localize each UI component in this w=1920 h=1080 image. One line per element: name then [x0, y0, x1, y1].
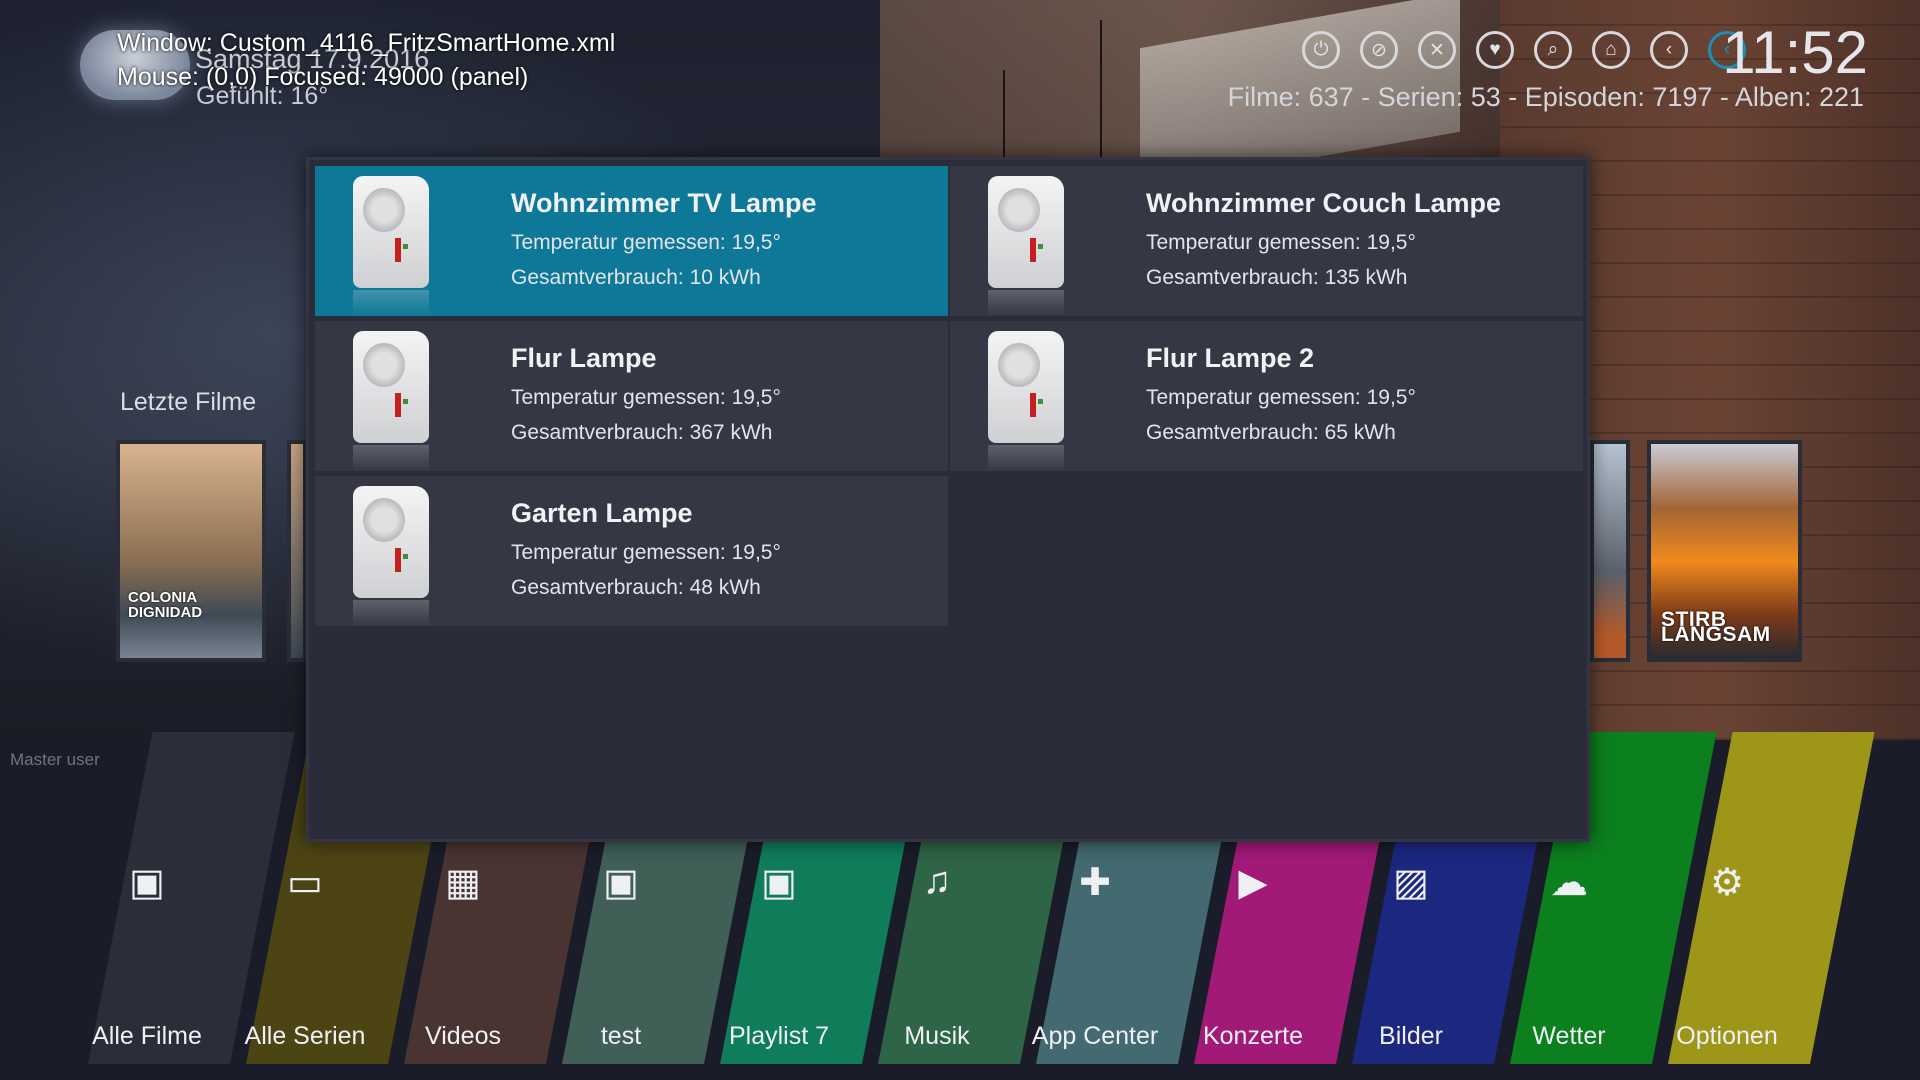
menu-item-label: test [600, 1022, 642, 1050]
device-name: Flur Lampe [511, 343, 657, 373]
menu-item-label: Bilder [1379, 1022, 1443, 1050]
device-temperature: Temperatur gemessen: 19,5° [511, 541, 781, 564]
topbar-icons: ⏻ ⊘ ✕ ♥ ⌕ ⌂ ‹ ‹ [1302, 31, 1746, 69]
menu-item-optionen[interactable]: ⚙ Optionen [1648, 732, 1806, 1064]
clock: 11:52 [1722, 19, 1868, 86]
poster-title: STIRB LANGSAM [1661, 608, 1771, 646]
menu-item-label: Alle Serien [244, 1022, 366, 1050]
poster-colonia-dignidad[interactable]: COLONIA DIGNIDAD [116, 440, 266, 662]
device-card[interactable]: Wohnzimmer TV Lampe Temperatur gemessen:… [315, 166, 948, 316]
menu-item-label: App Center [1031, 1022, 1159, 1050]
menu-item-label: Konzerte [1202, 1022, 1304, 1050]
smart-plug-icon [988, 331, 1064, 443]
poster-title: COLONIA DIGNIDAD [128, 589, 203, 621]
device-card[interactable]: Wohnzimmer Couch Lampe Temperatur gemess… [950, 166, 1583, 316]
library-stats: Filme: 637 - Serien: 53 - Episoden: 7197… [1227, 82, 1864, 112]
smart-plug-icon [353, 486, 429, 598]
playlist-icon: ▣ [761, 862, 797, 904]
menu-item-alle-filme[interactable]: ▣ Alle Filme [68, 732, 226, 1064]
fritz-smarthome-panel: Wohnzimmer TV Lampe Temperatur gemessen:… [306, 157, 1590, 842]
tools-icon[interactable]: ✕ [1418, 31, 1456, 69]
device-name: Wohnzimmer Couch Lampe [1146, 188, 1502, 218]
play-icon: ▶ [1238, 862, 1268, 904]
weather-icon: ☁ [1550, 862, 1588, 904]
debug-overlay: Window: Custom_4116_FritzSmartHome.xml M… [117, 26, 615, 94]
playlist-icon: ▣ [603, 862, 639, 904]
smart-plug-icon [988, 176, 1064, 288]
smart-plug-icon [353, 331, 429, 443]
menu-item-label: Wetter [1532, 1022, 1606, 1050]
device-card[interactable]: Flur Lampe Temperatur gemessen: 19,5° Ge… [315, 321, 948, 471]
device-consumption: Gesamtverbrauch: 135 kWh [1146, 266, 1408, 289]
no-image-icon[interactable]: ⊘ [1360, 31, 1398, 69]
device-name: Flur Lampe 2 [1146, 343, 1315, 373]
device-consumption: Gesamtverbrauch: 10 kWh [511, 266, 761, 289]
back-icon[interactable]: ‹ [1650, 31, 1688, 69]
puzzle-icon: ✚ [1079, 862, 1111, 904]
pendant-lamp [994, 70, 1014, 176]
settings-icon: ⚙ [1709, 862, 1745, 904]
search-icon[interactable]: ⌕ [1534, 31, 1572, 69]
menu-item-label: Musik [904, 1022, 970, 1050]
music-icon: ♫ [922, 860, 952, 902]
pendant-lamp [1091, 20, 1111, 184]
movies-icon: ▣ [129, 862, 165, 904]
menu-item-label: Playlist 7 [728, 1022, 830, 1050]
device-temperature: Temperatur gemessen: 19,5° [511, 231, 781, 254]
device-name: Garten Lampe [511, 498, 693, 528]
pictures-icon: ▨ [1393, 862, 1429, 904]
poster-stirb-langsam[interactable]: STIRB LANGSAM [1647, 440, 1802, 662]
device-consumption: Gesamtverbrauch: 65 kWh [1146, 421, 1396, 444]
recent-movies-label: Letzte Filme [120, 388, 257, 416]
device-temperature: Temperatur gemessen: 19,5° [1146, 386, 1416, 409]
menu-item-label: Optionen [1676, 1022, 1778, 1050]
device-temperature: Temperatur gemessen: 19,5° [1146, 231, 1416, 254]
smart-plug-icon [353, 176, 429, 288]
heart-icon[interactable]: ♥ [1476, 31, 1514, 69]
debug-mouse: Mouse: (0,0) Focused: 49000 (panel) [117, 63, 529, 91]
device-name: Wohnzimmer TV Lampe [511, 188, 817, 218]
menu-item-label: Videos [425, 1022, 501, 1050]
power-icon[interactable]: ⏻ [1302, 31, 1340, 69]
device-consumption: Gesamtverbrauch: 367 kWh [511, 421, 773, 444]
poster-partial[interactable] [1590, 440, 1630, 662]
tv-icon: ▭ [287, 862, 323, 904]
device-card[interactable]: Flur Lampe 2 Temperatur gemessen: 19,5° … [950, 321, 1583, 471]
debug-window: Window: Custom_4116_FritzSmartHome.xml [117, 29, 616, 57]
home-icon[interactable]: ⌂ [1592, 31, 1630, 69]
device-temperature: Temperatur gemessen: 19,5° [511, 386, 781, 409]
menu-item-label: Alle Filme [92, 1022, 202, 1050]
film-icon: ▦ [445, 862, 481, 904]
poster-partial[interactable] [287, 440, 307, 662]
device-card[interactable]: Garten Lampe Temperatur gemessen: 19,5° … [315, 476, 948, 626]
device-consumption: Gesamtverbrauch: 48 kWh [511, 576, 761, 599]
